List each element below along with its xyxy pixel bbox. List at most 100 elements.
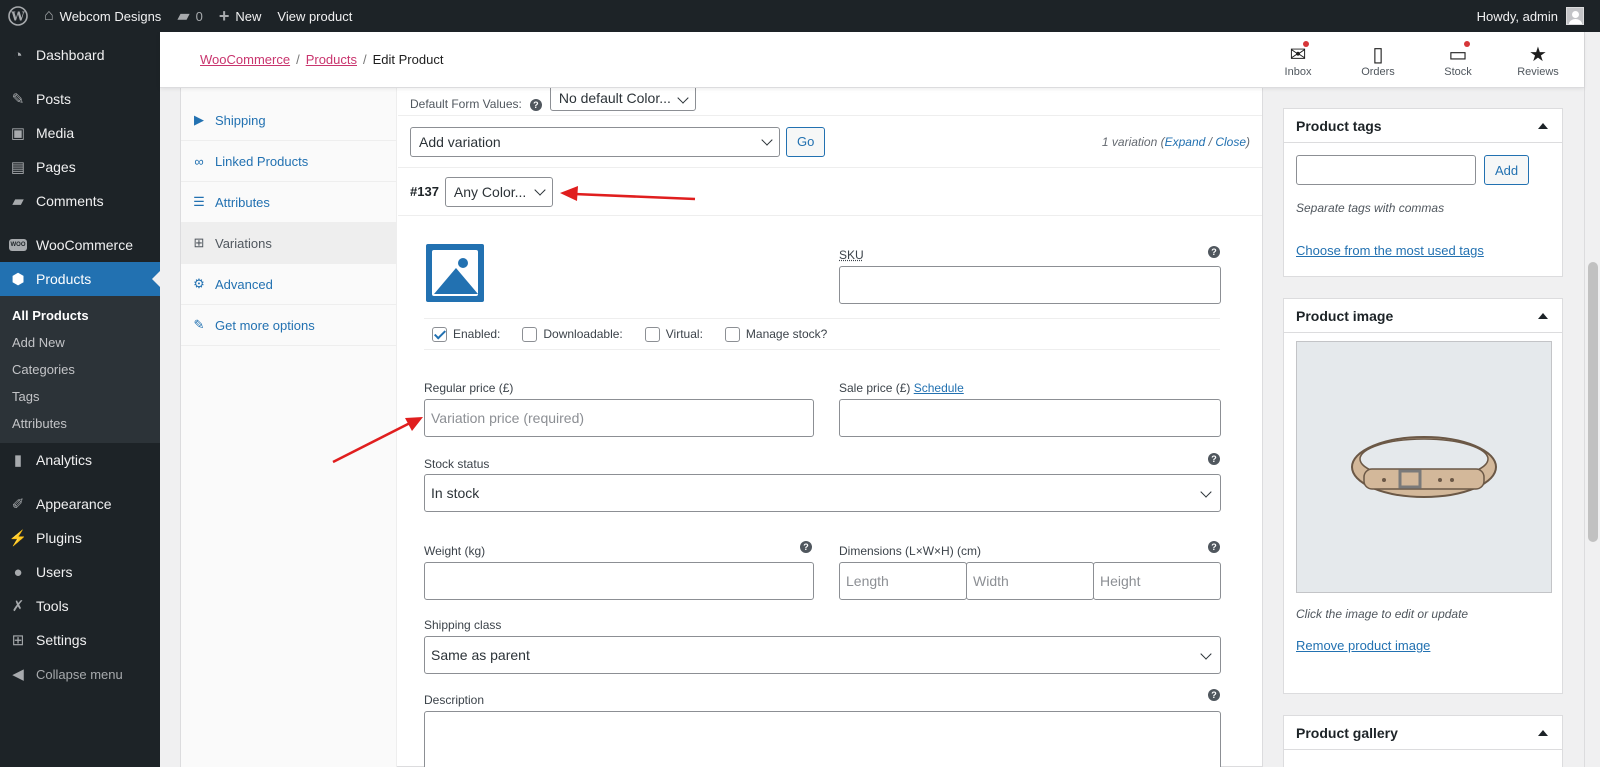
page-scrollbar[interactable]	[1584, 32, 1600, 767]
description-label: Description	[424, 693, 485, 707]
avatar	[1566, 7, 1584, 25]
tab-advanced[interactable]: ⚙ Advanced	[181, 264, 396, 305]
submenu-add-new[interactable]: Add New	[0, 329, 160, 356]
help-icon[interactable]: ?	[800, 541, 812, 553]
comments-count: 0	[195, 8, 203, 24]
width-input[interactable]: Width	[966, 562, 1094, 600]
home-icon: ⌂	[44, 7, 54, 24]
submenu-tags[interactable]: Tags	[0, 383, 160, 410]
scrollbar-thumb[interactable]	[1588, 262, 1598, 542]
account-menu[interactable]: Howdy, admin	[1477, 7, 1600, 25]
settings-sliders-icon: ⊞	[11, 632, 25, 649]
plus-icon: +	[218, 5, 230, 26]
link-icon: ∞	[194, 153, 204, 169]
tab-variations[interactable]: ⊞ Variations	[181, 223, 396, 264]
sidebar-item-tools[interactable]: ✗ Tools	[0, 589, 160, 623]
sidebar-item-products[interactable]: ⬢ Products	[0, 262, 160, 296]
stock-status-select[interactable]: In stock	[424, 474, 1221, 512]
add-variation-select[interactable]: Add variation	[410, 126, 780, 157]
truck-icon: ▶	[194, 112, 204, 127]
site-name-link[interactable]: ⌂ Webcom Designs	[36, 0, 169, 32]
schedule-link[interactable]: Schedule	[914, 381, 964, 395]
breadcrumb-products-link[interactable]: Products	[306, 52, 357, 67]
star-icon: ★	[1529, 43, 1547, 66]
help-icon[interactable]: ?	[1208, 453, 1220, 465]
sidebar-item-appearance[interactable]: ✐ Appearance	[0, 487, 160, 521]
sale-price-input[interactable]	[839, 399, 1221, 437]
sidebar-item-posts[interactable]: ✎ Posts	[0, 82, 160, 116]
view-product-link[interactable]: View product	[269, 0, 360, 32]
gear-icon: ⚙	[193, 276, 205, 291]
collapse-triangle-icon[interactable]	[1538, 123, 1548, 129]
downloadable-checkbox[interactable]: Downloadable:	[522, 326, 623, 342]
most-used-tags-link[interactable]: Choose from the most used tags	[1296, 243, 1484, 258]
sidebar-item-settings[interactable]: ⊞ Settings	[0, 623, 160, 657]
user-icon: ●	[13, 563, 23, 581]
close-link[interactable]: Close	[1215, 135, 1246, 149]
sidebar-item-pages[interactable]: ▤ Pages	[0, 150, 160, 184]
go-button[interactable]: Go	[786, 126, 826, 157]
tab-shipping[interactable]: ▶ Shipping	[181, 100, 396, 141]
sidebar-item-label: Posts	[36, 91, 72, 107]
image-placeholder-icon	[432, 250, 478, 296]
sidebar-item-label: WooCommerce	[36, 237, 133, 253]
collapse-menu-button[interactable]: ◀ Collapse menu	[0, 657, 160, 691]
tag-input[interactable]	[1296, 155, 1476, 185]
regular-price-input[interactable]: Variation price (required)	[424, 399, 814, 437]
tags-hint: Separate tags with commas	[1296, 201, 1445, 215]
inbox-button[interactable]: ✉ Inbox	[1258, 40, 1338, 78]
breadcrumb-woocommerce-link[interactable]: WooCommerce	[200, 52, 290, 67]
product-tags-header[interactable]: Product tags	[1284, 109, 1562, 143]
length-input[interactable]: Length	[839, 562, 967, 600]
wordpress-logo-icon[interactable]: W	[0, 0, 36, 32]
expand-link[interactable]: Expand	[1165, 135, 1206, 149]
sku-label: SKU	[839, 248, 864, 262]
variation-color-select[interactable]: Any Color...	[444, 176, 553, 207]
orders-button[interactable]: ▯ Orders	[1338, 42, 1418, 78]
sidebar-item-label: Tools	[36, 598, 69, 614]
submenu-categories[interactable]: Categories	[0, 356, 160, 383]
tab-linked-products[interactable]: ∞ Linked Products	[181, 141, 396, 182]
add-tag-button[interactable]: Add	[1484, 155, 1530, 185]
stock-button[interactable]: ▭ Stock	[1418, 40, 1498, 78]
product-gallery-header[interactable]: Product gallery	[1284, 716, 1562, 750]
variation-image-upload[interactable]	[426, 244, 484, 302]
help-icon[interactable]: ?	[529, 99, 542, 111]
enabled-checkbox[interactable]: Enabled:	[432, 326, 500, 342]
remove-product-image-link[interactable]: Remove product image	[1296, 638, 1430, 653]
collapse-triangle-icon[interactable]	[1538, 313, 1548, 319]
shipping-class-select[interactable]: Same as parent	[424, 636, 1221, 674]
height-placeholder: Height	[1100, 573, 1141, 589]
sidebar-item-woocommerce[interactable]: WOO WooCommerce	[0, 228, 160, 262]
default-color-select[interactable]: No default Color...	[549, 88, 696, 111]
woocommerce-icon: WOO	[8, 235, 28, 255]
help-icon[interactable]: ?	[1208, 246, 1220, 258]
height-input[interactable]: Height	[1093, 562, 1221, 600]
sidebar-item-analytics[interactable]: ▮ Analytics	[0, 443, 160, 477]
description-textarea[interactable]	[424, 711, 1221, 767]
help-icon[interactable]: ?	[1208, 689, 1220, 701]
sidebar-item-comments[interactable]: ▰ Comments	[0, 184, 160, 218]
submenu-attributes[interactable]: Attributes	[0, 410, 160, 437]
collapse-triangle-icon[interactable]	[1538, 730, 1548, 736]
new-content-button[interactable]: + New	[211, 0, 270, 32]
reviews-button[interactable]: ★ Reviews	[1498, 42, 1578, 78]
product-image-thumbnail[interactable]	[1296, 341, 1552, 593]
sidebar-item-dashboard[interactable]: ◔ Dashboard	[0, 38, 160, 72]
product-image-header[interactable]: Product image	[1284, 299, 1562, 333]
sidebar-item-media[interactable]: ▣ Media	[0, 116, 160, 150]
variations-content: Default Form Values: ? No default Color.…	[398, 88, 1262, 767]
tab-get-more-options[interactable]: ✎ Get more options	[181, 305, 396, 346]
tab-attributes[interactable]: ☰ Attributes	[181, 182, 396, 223]
sidebar-item-plugins[interactable]: ⚡ Plugins	[0, 521, 160, 555]
comments-link[interactable]: ▰ 0	[169, 0, 211, 32]
weight-input[interactable]	[424, 562, 814, 600]
sku-input[interactable]	[839, 266, 1221, 304]
submenu-all-products[interactable]: All Products	[0, 302, 160, 329]
checkbox-icon	[724, 326, 740, 342]
sidebar-item-users[interactable]: ● Users	[0, 555, 160, 589]
manage-stock-checkbox[interactable]: Manage stock?	[724, 326, 827, 342]
variation-color-value: Any Color...	[453, 183, 527, 200]
virtual-checkbox[interactable]: Virtual:	[644, 326, 703, 342]
help-icon[interactable]: ?	[1208, 541, 1220, 553]
